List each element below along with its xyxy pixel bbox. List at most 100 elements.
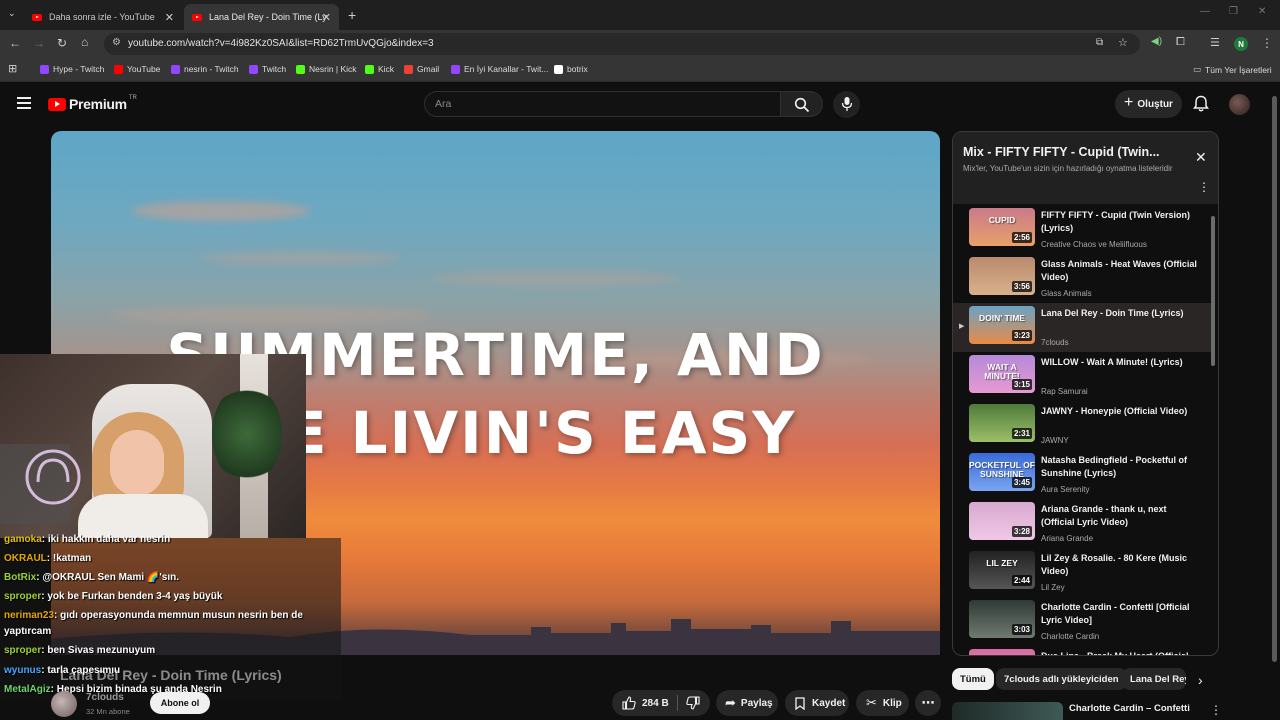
playlist-item[interactable]: 3:28 Ariana Grande - thank u, next (Offic… [953,499,1211,548]
close-window-icon[interactable]: ✕ [1258,6,1266,17]
all-bookmarks-folder[interactable]: ▭ Tüm Yer İşaretleri [1193,64,1272,75]
next-video-menu-icon[interactable]: ⋮ [1210,703,1222,717]
playlist-menu-icon[interactable]: ⋮ [1198,180,1210,194]
playlist-item[interactable]: 2:31 JAWNY - Honeypie (Official Video) JAW… [953,401,1211,450]
share-button[interactable]: ➦ Paylaş [716,690,778,716]
bookmark-item[interactable]: Kick [365,64,394,74]
bookmark-item[interactable]: Nesrin | Kick [296,64,357,74]
bookmark-item[interactable]: nesrin - Twitch [171,64,239,74]
clip-label: Klip [882,697,902,709]
subscribe-button[interactable]: Abone ol [150,692,210,714]
tab-search-icon[interactable]: ⌄ [8,8,16,19]
all-bookmarks-label: Tüm Yer İşaretleri [1205,64,1272,75]
url-field[interactable]: ⚙ youtube.com/watch?v=4i982Kz0SAI&list=R… [104,33,1140,55]
bookmark-label: YouTube [127,64,161,74]
bookmark-favicon-icon [296,64,305,74]
playlist-item-channel: JAWNY [1041,436,1069,445]
chip-from-uploader[interactable]: 7clouds adlı yükleyiciden [996,668,1127,690]
chat-username[interactable]: BotRix [4,572,36,583]
chat-message: sproper: ben Sivas mezunuyum [4,645,155,656]
chat-username[interactable]: MetalAgiz [4,684,51,695]
subscriber-count: 32 Mn abone [86,707,130,716]
page-scrollbar[interactable] [1272,96,1277,662]
playlist-item-thumbnail: 2:31 [969,404,1035,442]
chat-text: yaptırcam [4,626,52,637]
playlist-item-title: Glass Animals - Heat Waves (Official Vid… [1041,259,1197,282]
search-input[interactable]: Ara [424,91,781,117]
site-info-icon[interactable]: ⚙ [112,37,121,48]
chip-lana-del-rey[interactable]: Lana Del Rey [1122,668,1186,690]
like-button[interactable]: 284 B [612,690,669,716]
youtube-favicon-icon [32,13,42,21]
bookmark-item[interactable]: En İyi Kanallar - Twit... [451,64,548,74]
bookmark-item[interactable]: botrix [554,64,588,74]
save-button[interactable]: Kaydet [785,690,849,716]
playlist-item[interactable]: Dua Lipa - Break My Heart (Official Vide… [953,646,1211,655]
playlist-item[interactable]: WAIT A MINUTE! 3:15 WILLOW - Wait A Minute… [953,352,1211,401]
bookmark-favicon-icon [114,64,123,74]
account-avatar[interactable] [1229,94,1250,115]
notifications-bell-icon[interactable] [1193,95,1209,113]
bookmark-item[interactable]: YouTube [114,64,160,74]
chips-next-icon[interactable]: › [1198,672,1203,688]
apps-grid-icon[interactable]: ⊞ [8,62,17,75]
playlist-scrollbar[interactable] [1211,216,1215,366]
chat-message: gamoka: iki hakkın daha var nesrin [4,534,170,545]
maximize-icon[interactable]: ❐ [1229,6,1238,17]
playlist-item[interactable]: POCKETFUL OF SUNSHINE 3:45 Natasha Bedingf… [953,450,1211,499]
back-icon[interactable]: ← [9,36,21,50]
playlist-item-thumbnail [969,649,1035,655]
next-video-thumbnail[interactable] [952,702,1063,720]
chat-username[interactable]: gamoka [4,534,42,545]
close-playlist-icon[interactable]: ✕ [1195,149,1207,166]
reload-icon[interactable]: ↻ [57,36,67,50]
close-tab-icon[interactable]: ✕ [322,11,331,24]
duration-badge: 2:31 [1011,428,1032,439]
dislike-button[interactable] [678,696,700,710]
install-app-icon[interactable]: ⧉ [1096,37,1103,48]
forward-icon[interactable]: → [33,36,45,50]
clip-button[interactable]: ✂ Klip [856,690,909,716]
chat-username[interactable]: neriman23 [4,610,54,621]
search-button[interactable] [781,91,823,117]
chat-message: yaptırcam [4,626,51,637]
minimize-icon[interactable]: — [1200,6,1210,17]
playlist-item-channel: Rap Samurai [1041,387,1088,396]
chat-username[interactable]: sproper [4,645,41,656]
media-queue-icon[interactable]: ☰ [1210,36,1220,49]
chat-username[interactable]: OKRAUL [4,553,47,564]
channel-name[interactable]: 7clouds [86,692,124,703]
chip-all[interactable]: Tümü [952,668,994,690]
next-video-title[interactable]: Charlotte Cardin – Confetti [1069,703,1190,714]
playlist-title[interactable]: Mix - FIFTY FIFTY - Cupid (Twin... [963,145,1160,159]
playlist-item[interactable]: ▶ DOIN' TIME 3:23 Lana Del Rey - Doin Time … [953,303,1211,352]
bookmark-label: Nesrin | Kick [309,64,357,74]
thumbs-up-icon [622,696,636,710]
bookmark-item[interactable]: Twitch [249,64,286,74]
playlist-item[interactable]: 3:56 Glass Animals - Heat Waves (Official… [953,254,1211,303]
chat-username[interactable]: sproper [4,591,41,602]
close-tab-icon[interactable]: ✕ [165,11,174,24]
browser-menu-icon[interactable]: ⋮ [1261,36,1273,50]
menu-hamburger-icon[interactable] [17,97,31,109]
extensions-icon[interactable]: ⧠ [1176,36,1185,49]
tab-watch-later[interactable]: Daha sonra izle - YouTube ✕ [24,4,182,30]
playlist-item[interactable]: LIL ZEY 2:44 Lil Zey & Rosalie. - 80 Kere … [953,548,1211,597]
profile-avatar[interactable]: N [1234,37,1248,51]
voice-search-button[interactable] [833,91,860,118]
channel-avatar[interactable] [51,691,77,717]
bookmark-item[interactable]: Hype - Twitch [40,64,104,74]
create-label: Oluştur [1137,98,1173,110]
chat-username[interactable]: wyunus [4,665,41,676]
tab-lana-del-rey[interactable]: Lana Del Rey - Doin Time (Lyric ✕ [184,4,339,30]
bookmark-item[interactable]: Gmail [404,64,439,74]
audio-playing-icon[interactable]: ◀) [1151,36,1162,47]
playlist-item[interactable]: CUPID 2:56 FIFTY FIFTY - Cupid (Twin Versi… [953,205,1211,254]
home-icon[interactable]: ⌂ [81,35,88,49]
youtube-premium-logo[interactable]: Premium TR [48,95,137,112]
bookmark-star-icon[interactable]: ☆ [1118,36,1128,49]
new-tab-button[interactable]: + [348,7,356,23]
more-actions-button[interactable]: ⋯ [915,690,941,716]
playlist-item[interactable]: 3:03 Charlotte Cardin - Confetti [Officia… [953,597,1211,646]
create-button[interactable]: + Oluştur [1115,90,1182,118]
